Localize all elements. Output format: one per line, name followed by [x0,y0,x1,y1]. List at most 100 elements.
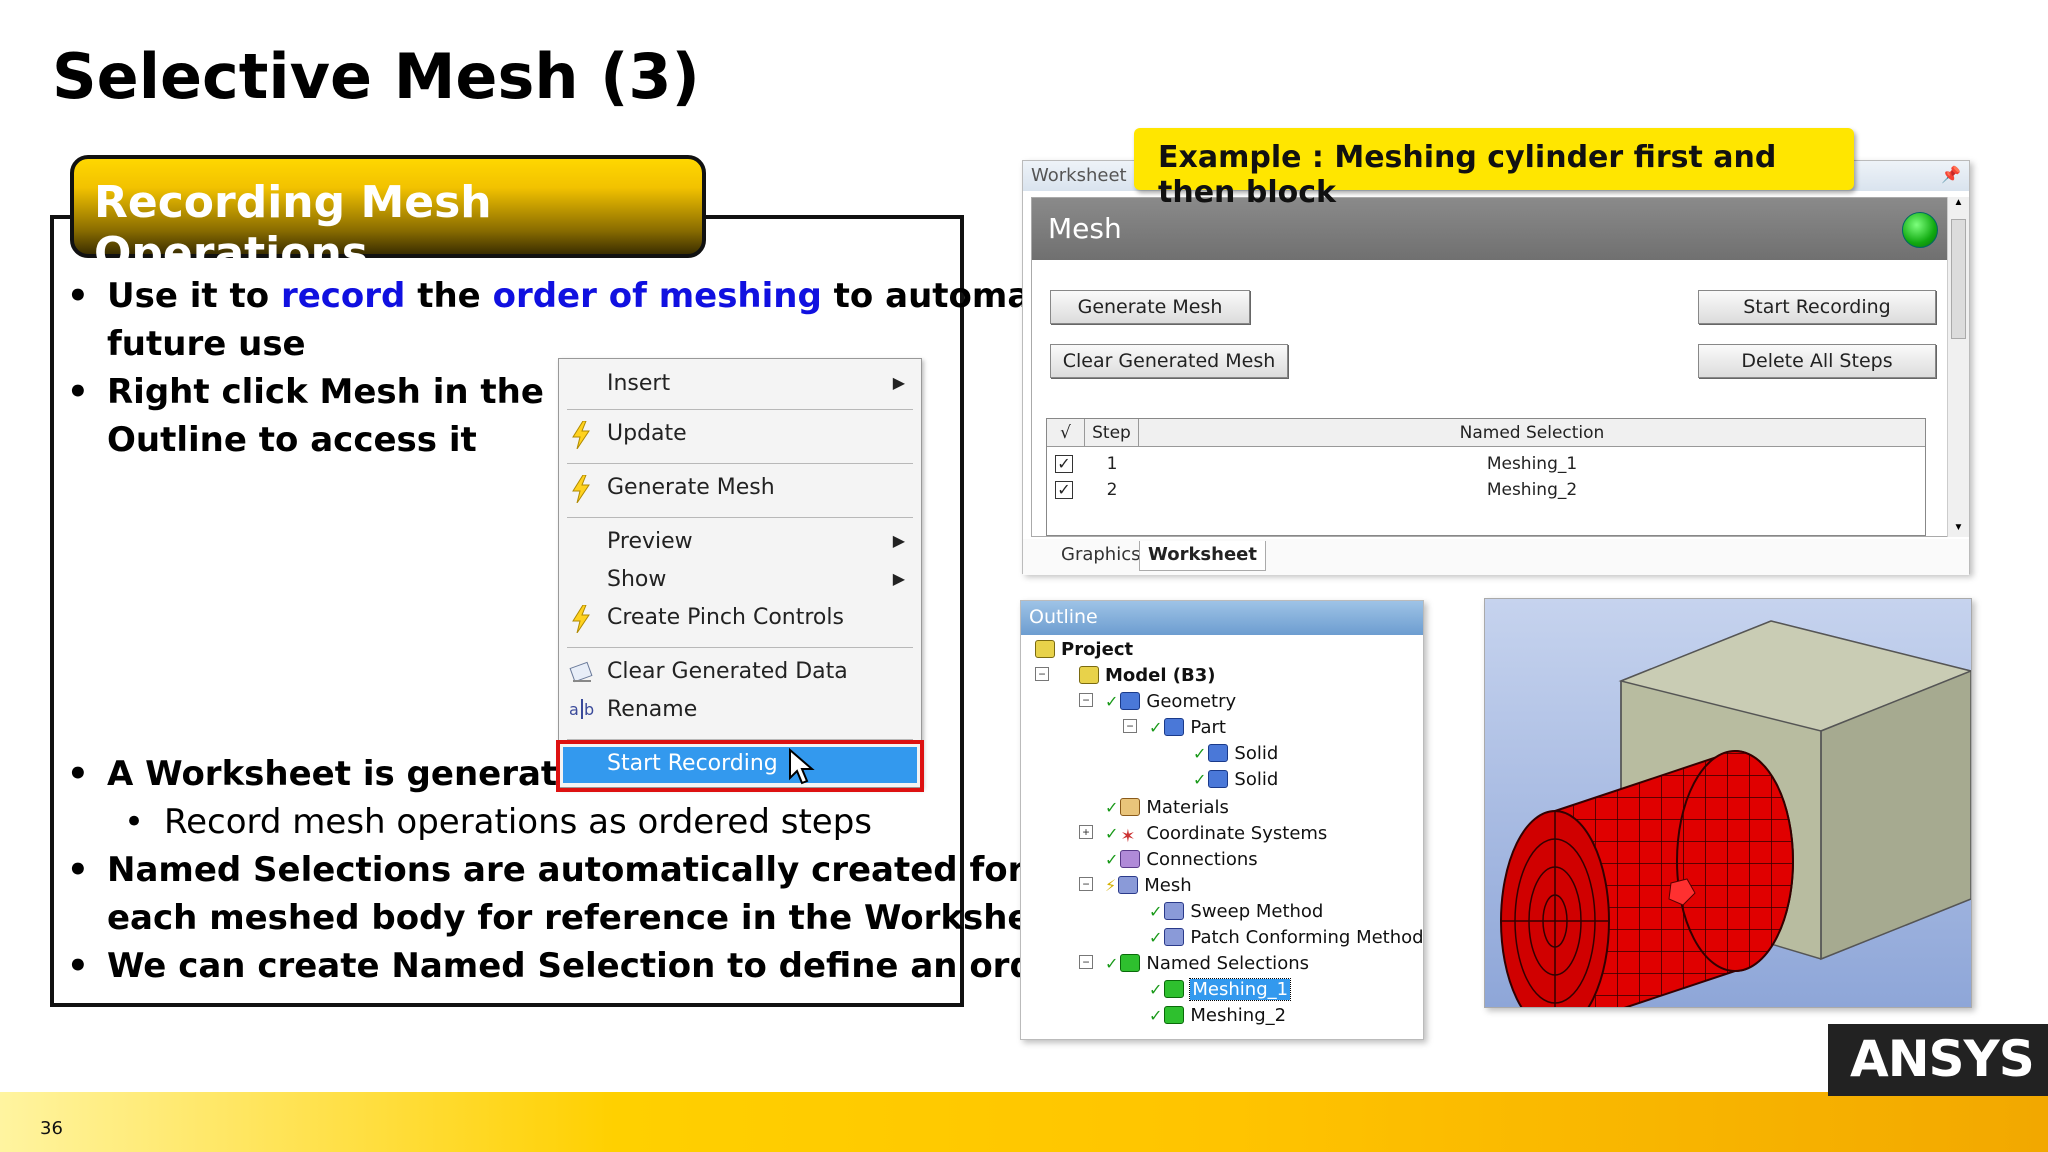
tree-node-connections[interactable]: ✓ Connections [1105,847,1258,873]
page-number: 36 [40,1118,63,1139]
tree-node-named-selections[interactable]: ✓ Named Selections [1105,951,1309,977]
menu-item-clear-generated-data[interactable]: Clear Generated Data [559,655,921,691]
check-icon: ✓ [1149,902,1163,921]
bullet-define-order: • We can create Named Selection to define… [67,946,1074,986]
materials-icon [1120,798,1141,816]
check-icon: ✓ [1105,824,1119,843]
menu-item-show[interactable]: Show ▶ [559,563,921,599]
menu-item-rename[interactable]: ab Rename [559,693,921,729]
status-light-icon [1902,212,1938,248]
column-header-step[interactable]: Step [1085,419,1139,447]
tree-node-model[interactable]: Model (B3) [1079,663,1216,689]
check-icon: ✓ [1149,718,1163,737]
tree-node-mesh[interactable]: ⚡ Mesh [1105,873,1192,899]
tree-node-solid-1[interactable]: ✓ Solid [1193,741,1278,767]
menu-item-insert[interactable]: Insert ▶ [559,367,921,403]
step-checkbox[interactable]: ✓ [1055,481,1073,499]
svg-text:a: a [569,700,579,719]
lightning-icon [569,604,593,639]
table-row: ✓ 2 Meshing_2 [1047,477,1925,503]
solid-icon [1208,770,1229,788]
tree-node-meshing-1[interactable]: ✓ Meshing_1 [1149,977,1292,1003]
scroll-thumb[interactable] [1951,219,1966,339]
clear-generated-mesh-button[interactable]: Clear Generated Mesh [1050,344,1288,378]
method-icon [1164,928,1185,946]
menu-item-preview[interactable]: Preview ▶ [559,525,921,561]
collapse-icon[interactable]: − [1079,877,1093,891]
tab-graphics[interactable]: Graphics [1053,541,1149,571]
mesh-panel-title: Mesh [1048,212,1122,245]
bullet-right-click: • Right click Mesh in the [67,372,544,412]
tree-node-coordinate-systems[interactable]: ✓ ✶ Coordinate Systems [1105,821,1327,847]
solid-icon [1208,744,1229,762]
step-checkbox[interactable]: ✓ [1055,455,1073,473]
generate-mesh-button[interactable]: Generate Mesh [1050,290,1250,324]
pin-icon[interactable]: 📌 [1941,165,1961,185]
svg-text:b: b [584,700,594,719]
tree-node-meshing-2[interactable]: ✓ Meshing_2 [1149,1003,1286,1029]
collapse-icon[interactable]: − [1123,719,1137,733]
mesh-icon [1118,876,1139,894]
expand-icon[interactable]: + [1079,825,1093,839]
collapse-icon[interactable]: − [1035,667,1049,681]
check-icon: ✓ [1149,928,1163,947]
project-icon [1035,640,1055,658]
model-icon [1079,666,1099,684]
start-recording-highlight [556,740,924,792]
check-icon: ✓ [1193,770,1207,789]
worksheet-window: Worksheet 📌 Mesh Generate Mesh Clear Gen… [1022,160,1970,575]
section-title: Recording Mesh Operations [94,177,492,279]
worksheet-panel: Mesh Generate Mesh Clear Generated Mesh … [1031,197,1951,537]
collapse-icon[interactable]: − [1079,955,1093,969]
tab-worksheet[interactable]: Worksheet [1139,541,1266,571]
tree-node-project[interactable]: Project [1035,637,1133,663]
start-recording-button[interactable]: Start Recording [1698,290,1936,324]
tree-node-geometry[interactable]: ✓ Geometry [1105,689,1236,715]
scroll-up-icon[interactable]: ▲ [1948,197,1969,208]
menu-item-create-pinch-controls[interactable]: Create Pinch Controls [559,601,921,637]
worksheet-tabbar: Graphics Worksheet [1023,539,1969,575]
menu-item-generate-mesh[interactable]: Generate Mesh [559,471,921,507]
sub-bullet-ordered-steps: • Record mesh operations as ordered steps [124,802,872,842]
menu-item-update[interactable]: Update [559,417,921,453]
collapse-icon[interactable]: − [1079,693,1093,707]
graphics-viewport[interactable] [1484,598,1972,1008]
part-icon [1164,718,1185,736]
table-row: ✓ 1 Meshing_1 [1047,451,1925,477]
tree-node-patch-conforming-method[interactable]: ✓ Patch Conforming Method [1149,925,1424,951]
delete-all-steps-button[interactable]: Delete All Steps [1698,344,1936,378]
section-header: Recording Mesh Operations [70,155,706,279]
tree-node-sweep-method[interactable]: ✓ Sweep Method [1149,899,1323,925]
tree-node-part[interactable]: ✓ Part [1149,715,1226,741]
steps-table: √ Step Named Selection ✓ 1 Meshing_1 ✓ 2… [1046,418,1926,536]
bullet-named-selections-line2: each meshed body for reference in the Wo… [107,898,1070,938]
scroll-down-icon[interactable]: ▼ [1948,522,1969,533]
check-icon: ✓ [1105,798,1119,817]
selection-icon [1164,1006,1185,1024]
named-selections-icon [1120,954,1141,972]
check-icon: ✓ [1105,692,1119,711]
column-header-named-selection[interactable]: Named Selection [1139,419,1925,447]
tree-node-solid-2[interactable]: ✓ Solid [1193,767,1278,793]
rename-icon: ab [569,697,597,727]
lightning-icon [569,474,593,509]
check-icon: ✓ [1149,1006,1163,1025]
ansys-logo: ANSYS [1828,1024,2048,1096]
bullet-record-order: • Use it to record the order of meshing t… [67,276,1070,316]
check-icon: ✓ [1193,744,1207,763]
lightning-icon [569,420,593,455]
mouse-cursor-icon [788,747,816,791]
outline-titlebar: Outline [1021,601,1423,635]
lightning-icon: ⚡ [1105,876,1117,895]
example-banner: Example : Meshing cylinder first and the… [1134,128,1854,210]
submenu-arrow-icon: ▶ [892,531,905,550]
bullet-worksheet-generated: • A Worksheet is generated [67,754,605,794]
worksheet-window-title: Worksheet [1031,165,1127,186]
tree-node-materials[interactable]: ✓ Materials [1105,795,1229,821]
check-icon: ✓ [1105,850,1119,869]
worksheet-scrollbar[interactable]: ▲ ▼ [1947,197,1969,537]
bullet-record-order-line2: future use [107,324,306,364]
submenu-arrow-icon: ▶ [892,373,905,392]
geometry-icon [1120,692,1141,710]
outline-title: Outline [1029,606,1098,628]
